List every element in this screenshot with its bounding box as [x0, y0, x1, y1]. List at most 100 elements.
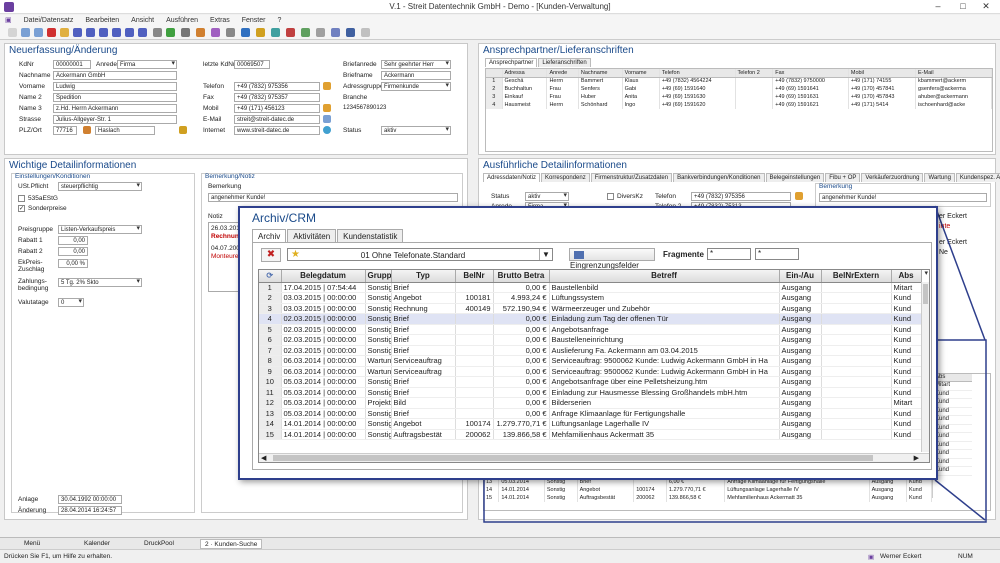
af-status-select[interactable]: aktiv	[525, 192, 569, 201]
ansprech-col-telefon2[interactable]: Telefon 2	[735, 69, 774, 78]
menu-fenster[interactable]: Fenster	[237, 16, 271, 25]
telefon-field[interactable]: +49 (7832) 975356	[234, 82, 320, 91]
grid-vscrollbar[interactable]	[921, 282, 929, 452]
next-record-icon[interactable]	[112, 28, 121, 37]
tab-bankverbindungen[interactable]: Bankverbindungen/Konditionen	[673, 173, 765, 182]
rabatt2-field[interactable]: 0,00	[58, 247, 88, 256]
tab-firmenstruktur[interactable]: Firmenstruktur/Zusatzdaten	[590, 173, 673, 182]
mail-icon[interactable]	[196, 28, 205, 37]
mobile-dial-icon[interactable]	[323, 104, 331, 112]
link-icon[interactable]	[211, 28, 220, 37]
ansprech-col-nachname[interactable]: Nachname	[578, 69, 623, 78]
crm-table-row[interactable]: 9 06.03.2014 | 00:00:00 Wartun Serviceauftr…	[259, 366, 929, 377]
col-abs[interactable]: Abs	[891, 270, 922, 283]
diverskz-box[interactable]	[607, 193, 614, 200]
minimize-button[interactable]: –	[926, 1, 950, 11]
zahlung-select[interactable]: 5 Tg. 2% Skto	[58, 278, 142, 287]
scroll-left-icon[interactable]: ◀	[261, 454, 266, 462]
tab-lieferanschriften[interactable]: Lieferanschriften	[538, 58, 591, 67]
filter-select[interactable]: ★ 01 Ohne Telefonate.Standard ▼	[287, 248, 553, 261]
taskbar-kalender[interactable]: Kalender	[80, 539, 114, 549]
menu-help[interactable]: ?	[272, 16, 286, 25]
crm-table-row[interactable]: 12 05.03.2014 | 00:00:00 Projekt Bild 0,00 €…	[259, 397, 929, 409]
taskbar-druckpool[interactable]: DruckPool	[140, 539, 178, 549]
ansprech-col-mobil[interactable]: Mobil	[848, 69, 917, 78]
menu-extras[interactable]: Extras	[205, 16, 235, 25]
vorname-field[interactable]: Ludwig	[53, 82, 177, 91]
af-telefon-field[interactable]: +49 (7832) 975356	[691, 192, 791, 201]
strasse-field[interactable]: Julius-Allgeyer-Str. 1	[53, 115, 177, 124]
tab-fibu-op[interactable]: Fibu + OP	[825, 173, 861, 182]
tab-verkaeuferzuordnung[interactable]: Verkäuferzuordnung	[861, 173, 924, 182]
phone-icon[interactable]	[301, 28, 310, 37]
preisgruppe-select[interactable]: Listen-Verkaufspreis	[58, 225, 142, 234]
name3-field[interactable]: z.Hd. Herrn Ackermann	[53, 104, 177, 113]
print-icon[interactable]	[181, 28, 190, 37]
ekpreis-field[interactable]: 0,00 %	[58, 259, 88, 268]
first-record-icon[interactable]	[73, 28, 82, 37]
kdnr-field[interactable]: 00000001	[53, 60, 91, 69]
ansprech-col-vorname[interactable]: Vorname	[622, 69, 660, 78]
col-gruppe[interactable]: Grupp	[365, 270, 392, 283]
name2-field[interactable]: Spedition	[53, 93, 177, 102]
plz-field[interactable]: 77716	[53, 126, 77, 135]
af-bottom-row[interactable]: 14 14.01.2014 Sonstig Angebot 100174 1.279.77…	[484, 486, 933, 494]
phone-dial-icon[interactable]	[323, 82, 331, 90]
taskbar-menu[interactable]: Menü	[20, 539, 44, 549]
chart-icon[interactable]	[346, 28, 355, 37]
settings-icon[interactable]	[226, 28, 235, 37]
scroll-right-icon[interactable]: ▶	[914, 454, 919, 462]
briefanrede-select[interactable]: Sehr geehrter Herr	[381, 60, 451, 69]
crm-table-row[interactable]: 10 05.03.2014 | 00:00:00 Sonstig Brief 0,00 …	[259, 376, 929, 388]
ansprech-col-email[interactable]: E-Mail	[915, 69, 992, 78]
crm-table-row[interactable]: 13 05.03.2014 | 00:00:00 Sonstig Brief 0,00 …	[259, 408, 929, 419]
delete-icon[interactable]	[47, 28, 56, 37]
ort-field[interactable]: Haslach	[95, 126, 155, 135]
mail-send-icon[interactable]	[323, 115, 331, 123]
help-icon[interactable]	[241, 28, 250, 37]
anrede-select[interactable]: Firma	[117, 60, 177, 69]
tab-ansprechpartner[interactable]: Ansprechpartner	[485, 58, 538, 67]
crm-table-row[interactable]: 11 05.03.2014 | 00:00:00 Sonstig Brief 0,00 …	[259, 387, 929, 398]
taskbar-kunden-suche[interactable]: 2 · Kunden-Suche	[200, 539, 263, 549]
menu-app-icon[interactable]: ▣	[0, 15, 17, 25]
crm-table-row[interactable]: 14 14.01.2014 | 00:00:00 Sonstig Angebot 100…	[259, 418, 929, 430]
check-535-box[interactable]	[18, 195, 25, 202]
crm-table-row[interactable]: 2 03.03.2015 | 00:00:00 Sonstig Angebot 1001…	[259, 292, 929, 304]
refresh-icon[interactable]: ⟳	[266, 271, 273, 280]
fragment1-input[interactable]: *	[707, 248, 751, 260]
col-belnr-extern[interactable]: BelNrExtern	[821, 270, 892, 283]
menu-ausfuehren[interactable]: Ausführen	[161, 16, 203, 25]
crm-tab-archiv[interactable]: Archiv	[252, 229, 287, 243]
col-betreff[interactable]: Betreff	[549, 270, 780, 283]
menu-ansicht[interactable]: Ansicht	[126, 16, 159, 25]
tab-wartung[interactable]: Wartung	[924, 173, 955, 182]
maximize-button[interactable]: □	[951, 1, 975, 11]
prev-page-icon[interactable]	[86, 28, 95, 37]
ansprech-row[interactable]: 3 Einkauf Frau Huber Anita +49 (69) 1591630 +4…	[486, 93, 992, 101]
af-bemerkung-field[interactable]: angenehmer Kunde!	[819, 193, 987, 202]
menu-datei[interactable]: Datei/Datensatz	[19, 16, 79, 25]
crm-table-row[interactable]: 1 17.04.2015 | 07:54:44 Sonstig Brief 0,00 €…	[259, 282, 929, 293]
grid-vscroll-thumb[interactable]	[923, 284, 928, 304]
new-icon[interactable]	[8, 28, 17, 37]
route-icon[interactable]	[179, 126, 187, 134]
star-icon[interactable]	[256, 28, 265, 37]
tools-icon[interactable]	[316, 28, 325, 37]
status-select[interactable]: aktiv	[381, 126, 451, 135]
ansprech-row[interactable]: 4 Hausmeist Herrn Schönhard Ingo +49 (69) 159…	[486, 101, 992, 109]
col-belnr[interactable]: BelNr	[455, 270, 494, 283]
crm-table-row[interactable]: 15 14.01.2014 | 00:00:00 Sonstig Auftragsbe…	[259, 429, 929, 440]
ansprech-col-adressa[interactable]: Adressa	[502, 69, 548, 78]
col-ein-aus[interactable]: Ein-/Au	[779, 270, 822, 283]
bemerkung-field[interactable]: angenehmer Kunde!	[208, 193, 458, 202]
col-typ[interactable]: Typ	[391, 270, 456, 283]
email-field[interactable]: streit@streit-datec.de	[234, 115, 320, 124]
menu-bearbeiten[interactable]: Bearbeiten	[80, 16, 124, 25]
map-icon[interactable]	[83, 126, 91, 134]
fragment2-input[interactable]: *	[755, 248, 799, 260]
crm-table-row[interactable]: 7 02.03.2015 | 00:00:00 Sonstig Brief 0,00 €…	[259, 345, 929, 356]
next-page-icon[interactable]	[125, 28, 134, 37]
exit-icon[interactable]	[361, 28, 370, 37]
grid-hscroll-thumb[interactable]	[273, 455, 873, 461]
